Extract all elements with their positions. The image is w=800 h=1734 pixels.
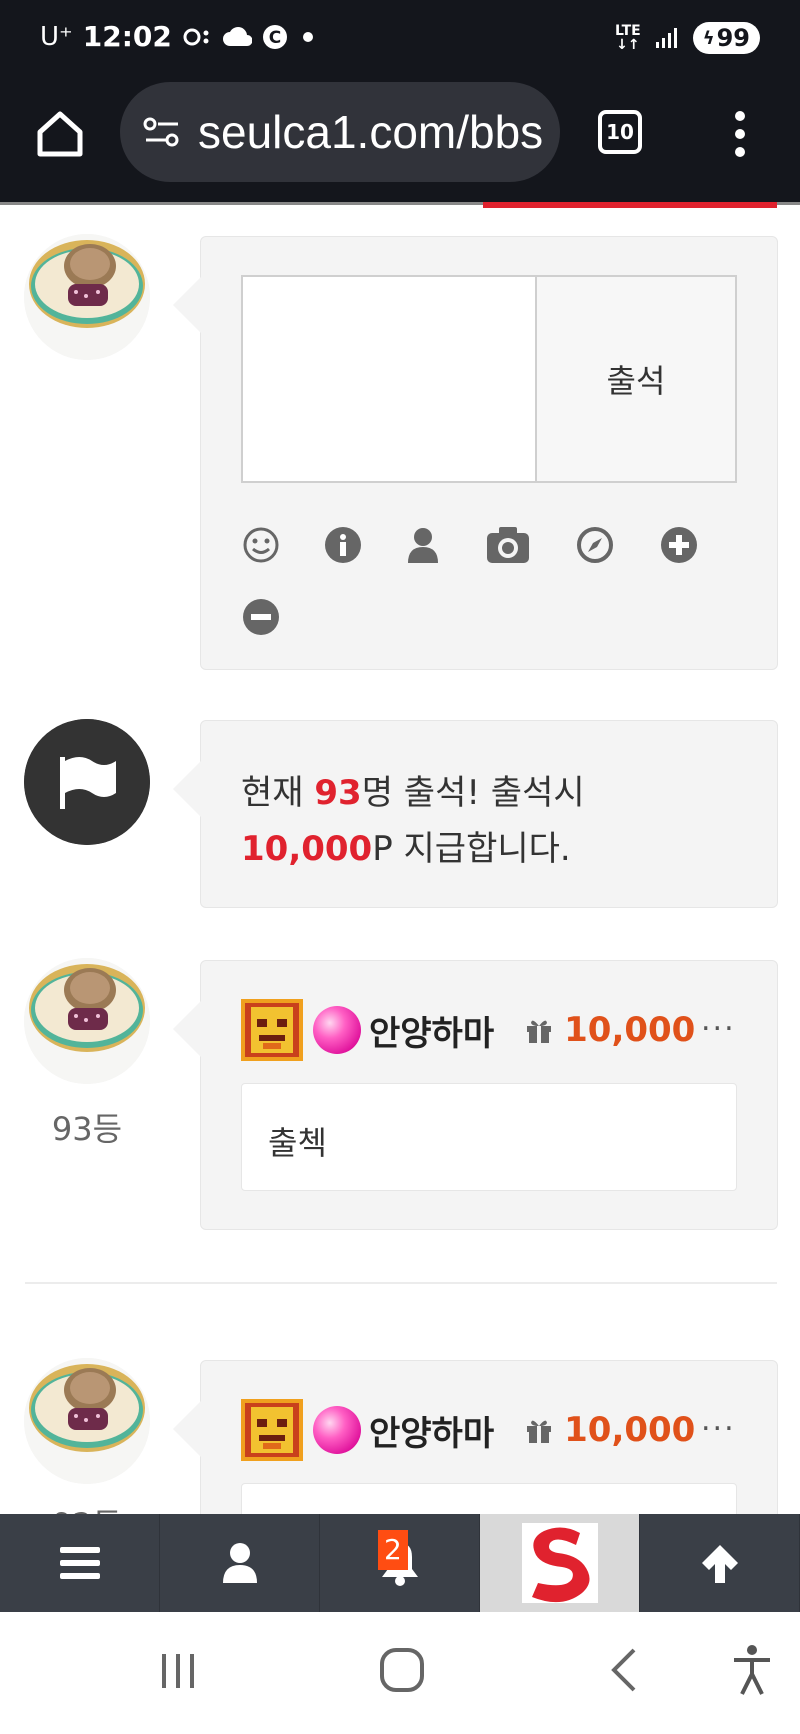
gift-icon xyxy=(527,1420,552,1443)
dot-icon xyxy=(298,27,318,47)
attendance-count: 93 xyxy=(314,773,362,813)
status-left: U⁺ 12:02 C xyxy=(40,20,318,53)
cat-avatar-image xyxy=(24,1358,150,1484)
comment-more-button[interactable]: ... xyxy=(701,1403,736,1438)
battery-level: 99 xyxy=(716,24,750,52)
signal-icon xyxy=(655,26,679,50)
updown-arrows-icon: ↓↑ xyxy=(616,37,640,53)
notification-badge: 2 xyxy=(378,1530,408,1570)
comment-avatar[interactable] xyxy=(24,1358,150,1484)
nav-scroll-top-button[interactable] xyxy=(640,1514,800,1612)
plus-circle-icon[interactable] xyxy=(659,525,699,565)
site-bottom-nav: 2 xyxy=(0,1514,800,1612)
menu-icon xyxy=(59,1547,100,1579)
comment-header: 안양하마 10,000 xyxy=(241,997,741,1063)
status-right: LTE ↓↑ ϟ 99 xyxy=(615,22,760,54)
cat-avatar-image xyxy=(24,958,150,1084)
address-bar[interactable]: seulca1.com/bbs xyxy=(120,82,560,182)
c-badge-icon: C xyxy=(262,24,288,50)
comment-nickname[interactable]: 안양하마 xyxy=(369,1406,494,1455)
rank-ball-icon xyxy=(313,1006,361,1054)
cat-avatar-image xyxy=(24,234,150,360)
comment-nickname[interactable]: 안양하마 xyxy=(369,1006,494,1055)
notice-avatar xyxy=(24,719,150,845)
user-icon[interactable] xyxy=(403,525,443,565)
comment-rank: 93등 xyxy=(51,1110,123,1148)
url-text[interactable]: seulca1.com/bbs xyxy=(198,105,543,159)
notice-prefix: 현재 xyxy=(241,773,315,813)
attendance-points: 10,000 xyxy=(241,829,373,869)
notice-suffix: P 지급합니다. xyxy=(372,829,571,869)
back-icon[interactable] xyxy=(596,1640,656,1700)
attendance-submit-button[interactable]: 출석 xyxy=(535,275,737,483)
battery-indicator: ϟ 99 xyxy=(692,22,760,54)
home-icon xyxy=(37,111,83,157)
minus-circle-icon[interactable] xyxy=(241,597,281,637)
info-icon[interactable] xyxy=(323,525,363,565)
nav-notifications-button[interactable]: 2 xyxy=(320,1514,480,1612)
notice-text: 현재 93명 출석! 출석시 10,000P 지급합니다. xyxy=(241,765,741,877)
charging-icon: ϟ xyxy=(702,27,715,49)
status-bar: U⁺ 12:02 C LTE ↓↑ ϟ 99 xyxy=(0,0,800,76)
comment-points: 10,000 xyxy=(564,1410,696,1450)
comment-more-button[interactable]: ... xyxy=(701,1003,736,1038)
arrow-up-icon xyxy=(701,1545,738,1583)
page-progress-bar xyxy=(483,202,777,208)
browser-toolbar: seulca1.com/bbs 10 xyxy=(0,76,800,202)
comment-header: 안양하마 10,000 xyxy=(241,1397,741,1463)
comment-avatar[interactable] xyxy=(24,958,150,1084)
site-logo xyxy=(521,1523,598,1603)
flag-icon xyxy=(24,719,150,845)
comment-text: 출첵 xyxy=(268,1124,327,1162)
comment-body: 출첵 xyxy=(241,1083,737,1191)
android-nav-bar xyxy=(0,1612,800,1734)
compass-icon[interactable] xyxy=(575,525,615,565)
nav-profile-button[interactable] xyxy=(160,1514,320,1612)
sync-icon xyxy=(182,27,212,47)
comment-points: 10,000 xyxy=(564,1010,696,1050)
accessibility-icon[interactable] xyxy=(722,1640,782,1700)
clock: 12:02 xyxy=(82,20,172,53)
gift-icon xyxy=(527,1020,552,1043)
nav-home-logo-button[interactable] xyxy=(480,1514,640,1612)
home-button[interactable] xyxy=(30,104,90,164)
user-icon xyxy=(222,1543,257,1583)
tab-switcher-button[interactable]: 10 xyxy=(598,110,642,154)
avatar xyxy=(24,234,150,360)
browser-menu-button[interactable] xyxy=(730,104,750,164)
kebab-menu-icon xyxy=(735,111,745,157)
level-badge-icon xyxy=(241,1399,303,1461)
smile-icon[interactable] xyxy=(241,525,281,565)
level-badge-icon xyxy=(241,999,303,1061)
carrier-label: U⁺ xyxy=(40,21,73,52)
lte-icon: LTE ↓↑ xyxy=(615,24,641,52)
rank-ball-icon xyxy=(313,1406,361,1454)
comment-item: 안양하마 10,000 ... 출첵 xyxy=(171,960,778,1230)
camera-icon[interactable] xyxy=(485,523,531,567)
comment-divider xyxy=(25,1282,777,1284)
cloud-icon xyxy=(222,26,252,48)
home-nav-icon[interactable] xyxy=(372,1640,432,1700)
svg-text:C: C xyxy=(269,28,281,48)
nav-menu-button[interactable] xyxy=(0,1514,160,1612)
comment-form: 출석 xyxy=(171,236,778,670)
recent-apps-icon[interactable] xyxy=(148,1640,208,1700)
network-label: LTE xyxy=(615,23,641,39)
notice-middle: 명 출석! 출석시 xyxy=(361,773,585,813)
site-settings-icon[interactable] xyxy=(140,110,184,154)
attendance-notice: 현재 93명 출석! 출석시 10,000P 지급합니다. xyxy=(171,720,778,908)
comment-textarea[interactable] xyxy=(241,275,537,483)
